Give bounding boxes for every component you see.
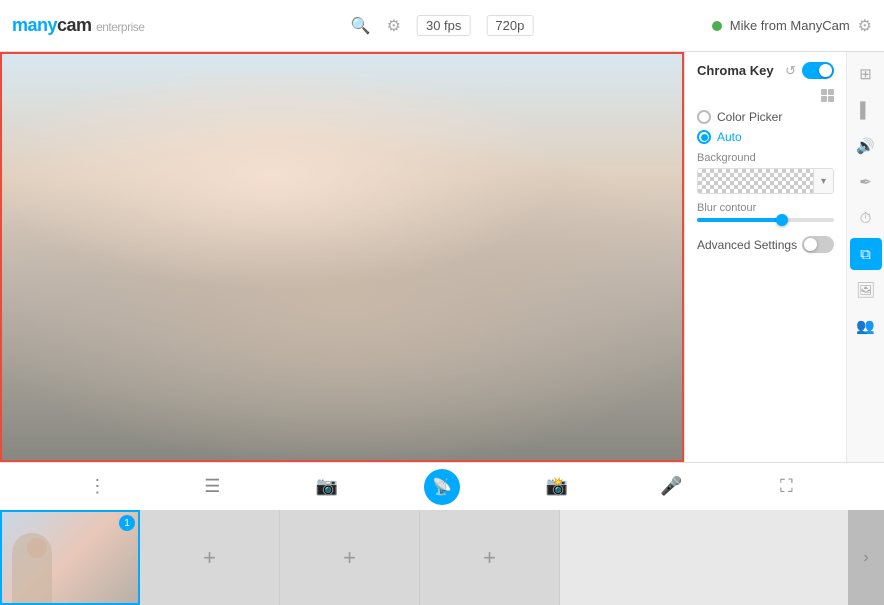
right-panel: Chroma Key ↺ Color Picker Auto — [684, 52, 884, 462]
blur-contour-label: Blur contour — [697, 202, 834, 214]
sidebar-btn-speaker[interactable]: 🔊 — [850, 130, 882, 162]
thumb-item-add-1[interactable]: + — [140, 510, 280, 605]
color-picker-label: Color Picker — [717, 110, 782, 124]
advanced-settings-row: Advanced Settings — [697, 236, 834, 253]
more-options-btn[interactable]: ⋮ — [79, 469, 115, 505]
undo-icon[interactable]: ↺ — [785, 63, 796, 79]
logo-edition: enterprise — [96, 20, 144, 34]
slider-fill — [697, 218, 779, 222]
video-bg — [2, 54, 682, 460]
advanced-settings-label: Advanced Settings — [697, 238, 797, 252]
sidebar-btn-brush[interactable]: ✒ — [850, 166, 882, 198]
sidebar-btn-users[interactable]: 👥 — [850, 310, 882, 342]
advanced-settings-toggle[interactable] — [802, 236, 834, 253]
background-picker[interactable]: ▾ — [697, 168, 834, 194]
thumbnail-strip: 1 + + + › — [0, 510, 884, 605]
thumb-next-btn[interactable]: › — [848, 510, 884, 605]
topbar-gear-icon[interactable]: ⚙ — [858, 16, 872, 36]
background-label: Background — [697, 152, 834, 164]
chroma-key-title: Chroma Key — [697, 63, 774, 78]
sidebar-btn-bar-chart[interactable]: ▌ — [850, 94, 882, 126]
topbar-right: Mike from ManyCam ⚙ — [712, 16, 872, 36]
video-btn[interactable]: 📷 — [309, 469, 345, 505]
main-area: Chroma Key ↺ Color Picker Auto — [0, 52, 884, 462]
resolution-badge[interactable]: 720p — [486, 15, 533, 36]
sidebar-btn-photo[interactable]: 🖼 — [850, 274, 882, 306]
layout-grid-icon[interactable] — [821, 89, 834, 102]
logo-product: cam — [57, 15, 92, 35]
chroma-key-toggle[interactable] — [802, 62, 834, 79]
top-bar: manycam enterprise 🔍 ⚙ 30 fps 720p Mike … — [0, 0, 884, 52]
color-picker-radio[interactable] — [697, 110, 711, 124]
panel-content: Chroma Key ↺ Color Picker Auto — [685, 52, 846, 462]
sidebar-btn-grid[interactable]: ⊞ — [850, 58, 882, 90]
snapshot-btn[interactable]: 📸 — [539, 469, 575, 505]
bg-dropdown-arrow[interactable]: ▾ — [813, 169, 833, 193]
thumb-item-0[interactable]: 1 — [0, 510, 140, 605]
thumb-badge-0: 1 — [119, 515, 135, 531]
stream-btn[interactable]: 📡 — [424, 469, 460, 505]
app-logo: manycam enterprise — [12, 15, 144, 36]
settings-icon[interactable]: ⚙ — [387, 16, 401, 36]
video-frame — [2, 54, 682, 460]
auto-radio[interactable] — [697, 130, 711, 144]
slider-thumb[interactable] — [776, 214, 788, 226]
auto-label: Auto — [717, 130, 742, 144]
fps-badge[interactable]: 30 fps — [417, 15, 470, 36]
auto-option[interactable]: Auto — [697, 130, 834, 144]
thumb-item-add-2[interactable]: + — [280, 510, 420, 605]
topbar-center-controls: 🔍 ⚙ 30 fps 720p — [351, 15, 534, 36]
slider-track — [697, 218, 834, 222]
fullscreen-btn[interactable]: ⛶ — [768, 469, 804, 505]
sidebar-btn-screen[interactable]: ⧉ — [850, 238, 882, 270]
panel-sidebar: ⊞ ▌ 🔊 ✒ ⏱ ⧉ 🖼 👥 — [846, 52, 884, 462]
sidebar-btn-clock[interactable]: ⏱ — [850, 202, 882, 234]
user-status-dot — [712, 21, 722, 31]
video-preview — [0, 52, 684, 462]
layers-btn[interactable]: ☰ — [194, 469, 230, 505]
blur-contour-slider[interactable] — [697, 218, 834, 222]
thumb-img-0 — [2, 512, 138, 603]
color-picker-option[interactable]: Color Picker — [697, 110, 834, 124]
mic-btn[interactable]: 🎤 — [654, 469, 690, 505]
logo-brand: many — [12, 15, 57, 35]
bottom-toolbar: ⋮ ☰ 📷 📡 📸 🎤 ⛶ — [0, 462, 884, 510]
user-name: Mike from ManyCam — [730, 18, 850, 33]
thumb-item-add-3[interactable]: + — [420, 510, 560, 605]
zoom-icon[interactable]: 🔍 — [351, 16, 371, 36]
bg-checker-pattern — [698, 169, 813, 193]
chroma-key-actions: ↺ — [785, 62, 834, 79]
chroma-key-header: Chroma Key ↺ — [697, 62, 834, 79]
